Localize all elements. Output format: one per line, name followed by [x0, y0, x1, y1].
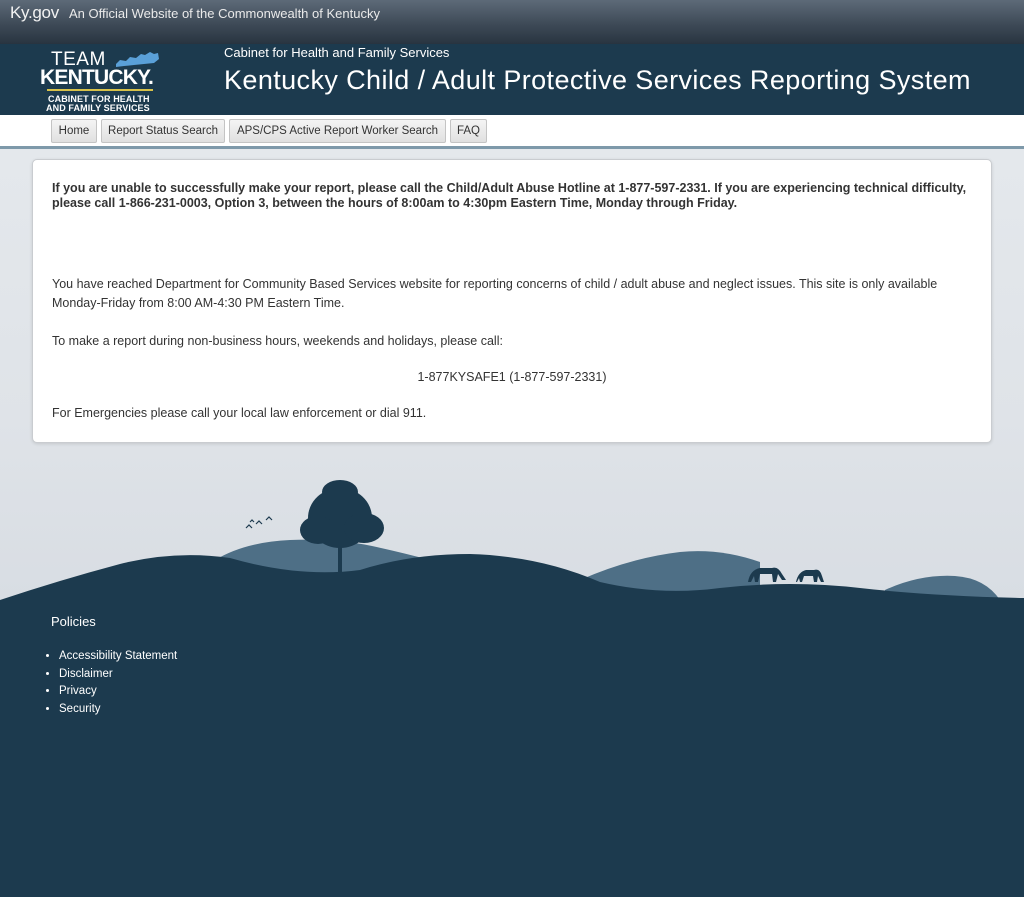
logo-cabinet-line2: AND FAMILY SERVICES	[46, 103, 150, 113]
official-website-text: An Official Website of the Commonwealth …	[69, 6, 380, 21]
logo-kentucky-text: KENTUCKY.	[40, 66, 154, 89]
footer-policies-heading: Policies	[51, 614, 96, 629]
hotline-notice: If you are unable to successfully make y…	[52, 181, 967, 210]
nav-report-status-search-button[interactable]: Report Status Search	[101, 119, 225, 143]
emergency-text: For Emergencies please call your local l…	[52, 406, 427, 420]
nav-worker-search-button[interactable]: APS/CPS Active Report Worker Search	[229, 119, 446, 143]
nav-faq-button[interactable]: FAQ	[450, 119, 487, 143]
team-kentucky-logo[interactable]: TEAM KENTUCKY. CABINET FOR HEALTH AND FA…	[40, 49, 165, 113]
footer-link-disclaimer[interactable]: Disclaimer	[59, 666, 177, 684]
footer-link-security[interactable]: Security	[59, 701, 177, 719]
footer-link-label[interactable]: Disclaimer	[59, 668, 113, 680]
footer-link-label[interactable]: Security	[59, 703, 101, 715]
landscape-illustration	[0, 480, 1024, 605]
footer-links-list: Accessibility Statement Disclaimer Priva…	[59, 648, 177, 718]
main-content-card: If you are unable to successfully make y…	[32, 159, 992, 443]
footer-link-privacy[interactable]: Privacy	[59, 683, 177, 701]
page-title: Kentucky Child / Adult Protective Servic…	[224, 65, 971, 95]
footer-link-label[interactable]: Privacy	[59, 685, 97, 697]
main-nav: Home Report Status Search APS/CPS Active…	[0, 115, 1024, 146]
site-footer: Policies Accessibility Statement Disclai…	[0, 600, 1024, 897]
after-hours-text: To make a report during non-business hou…	[52, 334, 503, 348]
site-header: TEAM KENTUCKY. CABINET FOR HEALTH AND FA…	[0, 44, 1024, 115]
logo-divider	[47, 89, 153, 91]
footer-link-accessibility[interactable]: Accessibility Statement	[59, 648, 177, 666]
hotline-number: 1-877KYSAFE1 (1-877-597-2331)	[417, 370, 607, 384]
kygov-logo-link[interactable]: Ky.gov	[10, 3, 59, 23]
kygov-bar: Ky.gov An Official Website of the Common…	[0, 0, 1024, 44]
footer-link-label[interactable]: Accessibility Statement	[59, 650, 177, 662]
nav-home-button[interactable]: Home	[51, 119, 97, 143]
intro-paragraph: You have reached Department for Communit…	[52, 277, 938, 310]
cabinet-name: Cabinet for Health and Family Services	[224, 45, 450, 60]
